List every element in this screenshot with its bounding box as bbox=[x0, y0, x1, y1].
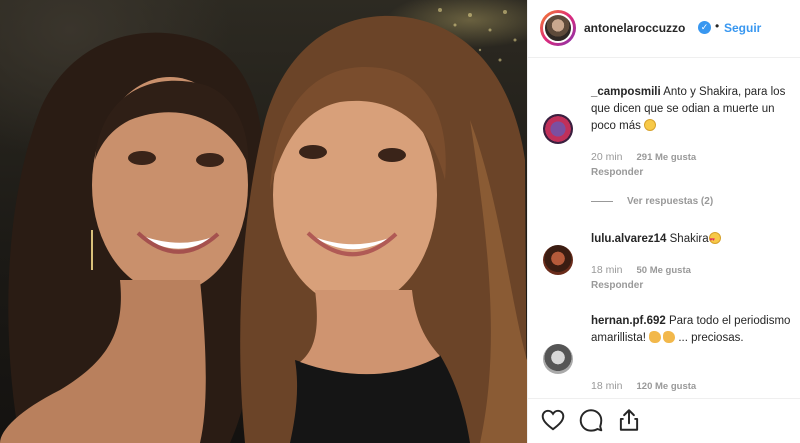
author-avatar[interactable] bbox=[540, 10, 576, 46]
comment-bubble-icon[interactable] bbox=[578, 407, 604, 433]
clapping-hands-emoji-icon bbox=[649, 331, 662, 343]
comment-meta: 20 min 291 Me gusta bbox=[591, 151, 696, 163]
separator-dot: • bbox=[715, 19, 720, 33]
comment-text-block: _camposmili Anto y Shakira, para los que… bbox=[591, 84, 791, 135]
follow-button[interactable]: Seguir bbox=[724, 21, 761, 35]
comment-meta: 18 min 120 Me gusta bbox=[591, 380, 696, 392]
clapping-hands-emoji-icon bbox=[663, 331, 676, 343]
view-replies-line bbox=[591, 200, 613, 202]
verified-badge-icon: ✓ bbox=[698, 21, 711, 34]
comment-text-block: hernan.pf.692 Para todo el periodismo am… bbox=[591, 313, 791, 347]
comment-likes[interactable]: 50 Me gusta bbox=[637, 265, 691, 276]
heart-icon[interactable] bbox=[540, 407, 566, 433]
photo-illustration bbox=[0, 8, 527, 443]
view-replies-button[interactable]: Ver respuestas (2) bbox=[591, 196, 713, 207]
reply-button[interactable]: Responder bbox=[591, 280, 643, 291]
comment-likes[interactable]: 291 Me gusta bbox=[637, 152, 697, 163]
comment-text: Shakira bbox=[666, 233, 709, 245]
comment-time[interactable]: 18 min bbox=[591, 264, 623, 276]
commenter-avatar[interactable] bbox=[543, 344, 573, 374]
comment-text-end: ... preciosas. bbox=[675, 332, 744, 344]
comment-time[interactable]: 20 min bbox=[591, 151, 623, 163]
commenter-avatar[interactable] bbox=[543, 114, 573, 144]
commenter-username[interactable]: hernan.pf.692 bbox=[591, 315, 666, 327]
commenter-username[interactable]: lulu.alvarez14 bbox=[591, 233, 666, 245]
commenter-username[interactable]: _camposmili bbox=[591, 86, 661, 98]
laughing-emoji-icon bbox=[644, 119, 657, 131]
commenter-avatar[interactable] bbox=[543, 245, 573, 275]
comment-meta: 18 min 50 Me gusta bbox=[591, 264, 691, 276]
comment-text-block: lulu.alvarez14 Shakira bbox=[591, 231, 791, 249]
action-bar bbox=[528, 398, 800, 443]
reply-button[interactable]: Responder bbox=[591, 167, 643, 178]
comments-panel: antonelaroccuzzo ✓ • Seguir _camposmili … bbox=[527, 0, 800, 443]
comment-time[interactable]: 18 min bbox=[591, 380, 623, 392]
share-icon[interactable] bbox=[616, 407, 642, 433]
comment-likes[interactable]: 120 Me gusta bbox=[637, 381, 697, 392]
post-photo bbox=[0, 0, 527, 443]
view-replies-label: Ver respuestas (2) bbox=[627, 196, 714, 207]
post-header: antonelaroccuzzo ✓ • Seguir bbox=[528, 0, 800, 58]
author-username[interactable]: antonelaroccuzzo bbox=[584, 21, 685, 35]
heart-eyes-emoji-icon bbox=[708, 232, 721, 249]
